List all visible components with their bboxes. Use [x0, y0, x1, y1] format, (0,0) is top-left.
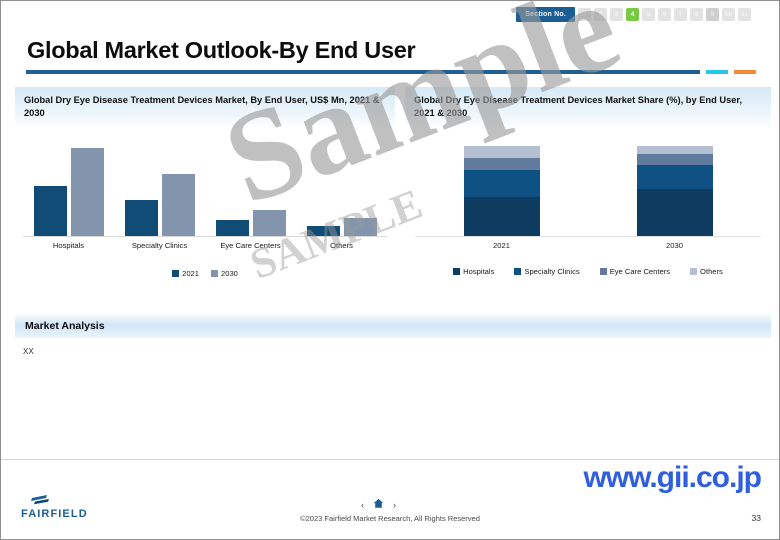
stacked-category-labels: 2021 2030 — [415, 241, 761, 250]
bar-2021 — [215, 220, 249, 236]
home-icon[interactable] — [373, 498, 384, 512]
bar-group — [117, 173, 203, 236]
legend-swatch — [172, 270, 180, 277]
legend-swatch — [453, 268, 461, 275]
legend-label: 2021 — [182, 269, 199, 278]
section-num-5[interactable]: 5 — [642, 8, 655, 21]
bar-series-container — [23, 137, 387, 236]
footer-divider — [1, 459, 779, 460]
legend-item-hospitals: Hospitals — [453, 267, 494, 276]
stack-segment-eye-care-centers — [636, 154, 713, 165]
bar-2021 — [33, 185, 67, 236]
bar-category-label: Specialty Clinics — [131, 241, 188, 250]
stacked-series-container — [415, 137, 761, 236]
divider-segment-cyan — [706, 70, 728, 74]
legend-label: Eye Care Centers — [609, 267, 671, 276]
slide-navigation: ‹ › — [361, 498, 396, 512]
legend-swatch — [690, 268, 698, 275]
chart-panel-revenue: Global Dry Eye Disease Treatment Devices… — [15, 87, 395, 278]
divider-segment-orange — [734, 70, 756, 74]
section-num-3[interactable]: 3 — [610, 8, 623, 21]
stacked-category-label: 2021 — [493, 241, 510, 250]
stack-segment-others — [636, 146, 713, 155]
stack-segment-specialty-clinics — [636, 164, 713, 190]
bar-2030 — [161, 173, 195, 236]
section-num-1[interactable]: 1 — [578, 8, 591, 21]
market-analysis-title: Market Analysis — [25, 319, 105, 332]
section-num-2[interactable]: 2 — [594, 8, 607, 21]
stack-segment-hospitals — [636, 189, 713, 236]
section-num-11[interactable]: 11 — [738, 8, 751, 21]
section-num-10[interactable]: 10 — [722, 8, 735, 21]
bar-2030 — [252, 209, 286, 236]
stacked-chart-axis — [415, 236, 761, 237]
bar-chart-legend: 2021 2030 — [15, 269, 395, 278]
stack-segment-hospitals — [463, 197, 540, 236]
stacked-bar — [636, 137, 713, 236]
chart-title-revenue: Global Dry Eye Disease Treatment Devices… — [24, 95, 380, 119]
bar-group — [299, 218, 385, 236]
section-num-4[interactable]: 4 — [626, 8, 639, 21]
section-num-7[interactable]: 7 — [674, 8, 687, 21]
copyright-text: ©2023 Fairfield Market Research, All Rig… — [300, 514, 480, 523]
page-title: Global Market Outlook-By End User — [27, 37, 416, 63]
bar-2030 — [343, 218, 377, 236]
chart-panel-share: Global Dry Eye Disease Treatment Devices… — [405, 87, 771, 277]
chart-header-revenue: Global Dry Eye Disease Treatment Devices… — [15, 87, 395, 129]
stacked-chart-legend: Hospitals Specialty Clinics Eye Care Cente… — [405, 267, 771, 276]
legend-label: Hospitals — [463, 267, 495, 276]
bar-group — [208, 209, 294, 236]
legend-item-others: Others — [690, 267, 723, 276]
divider-segment-blue — [26, 70, 700, 74]
legend-item-2030: 2030 — [211, 269, 238, 278]
legend-swatch — [514, 268, 522, 275]
chevron-left-icon[interactable]: ‹ — [361, 500, 364, 510]
stack-segment-others — [463, 146, 540, 158]
bar-group — [26, 148, 112, 236]
market-analysis-header: Market Analysis — [15, 313, 771, 338]
slide-canvas: Section No. 1 2 3 4 5 6 7 8 9 10 11 Glob… — [0, 0, 780, 540]
bar-chart-axis — [23, 236, 387, 237]
stack-segment-eye-care-centers — [463, 157, 540, 171]
legend-label: Others — [700, 267, 723, 276]
section-num-9[interactable]: 9 — [706, 8, 719, 21]
legend-swatch — [211, 270, 218, 277]
bar-2030 — [70, 148, 104, 236]
bar-category-label: Others — [330, 241, 353, 250]
section-num-8[interactable]: 8 — [690, 8, 703, 21]
title-divider — [26, 70, 756, 74]
gii-url-link[interactable]: www.gii.co.jp — [583, 461, 762, 495]
chart-header-share: Global Dry Eye Disease Treatment Devices… — [405, 87, 771, 129]
legend-label: Specialty Clinics — [524, 267, 580, 276]
market-analysis-body: XX — [23, 347, 34, 356]
bar-category-labels: Hospitals Specialty Clinics Eye Care Cente… — [23, 241, 387, 250]
legend-label: 2030 — [221, 269, 238, 278]
legend-swatch — [599, 268, 607, 275]
section-num-6[interactable]: 6 — [658, 8, 671, 21]
bar-2021 — [124, 200, 158, 236]
legend-item-eye-care-centers: Eye Care Centers — [599, 267, 671, 276]
stacked-category-label: 2030 — [666, 241, 683, 250]
chevron-right-icon[interactable]: › — [393, 500, 396, 510]
bar-category-label: Hospitals — [52, 241, 85, 250]
bar-2021 — [306, 226, 340, 236]
section-no-badge: Section No. — [516, 7, 575, 22]
legend-item-specialty-clinics: Specialty Clinics — [514, 267, 580, 276]
stack-segment-specialty-clinics — [463, 170, 540, 198]
stacked-chart-plot: 2021 2030 Hospitals Specialty Clinics Eye C… — [405, 137, 771, 276]
section-indicator: Section No. 1 2 3 4 5 6 7 8 9 10 11 — [516, 7, 751, 22]
fairfield-flag-icon — [29, 493, 55, 507]
chart-title-share: Global Dry Eye Disease Treatment Devices… — [414, 95, 743, 119]
stacked-bar — [463, 137, 540, 236]
bar-category-label: Eye Care Centers — [220, 241, 281, 250]
bar-chart-plot: Hospitals Specialty Clinics Eye Care Cente… — [15, 137, 395, 278]
legend-item-2021: 2021 — [172, 269, 199, 278]
page-number: 33 — [751, 513, 761, 523]
